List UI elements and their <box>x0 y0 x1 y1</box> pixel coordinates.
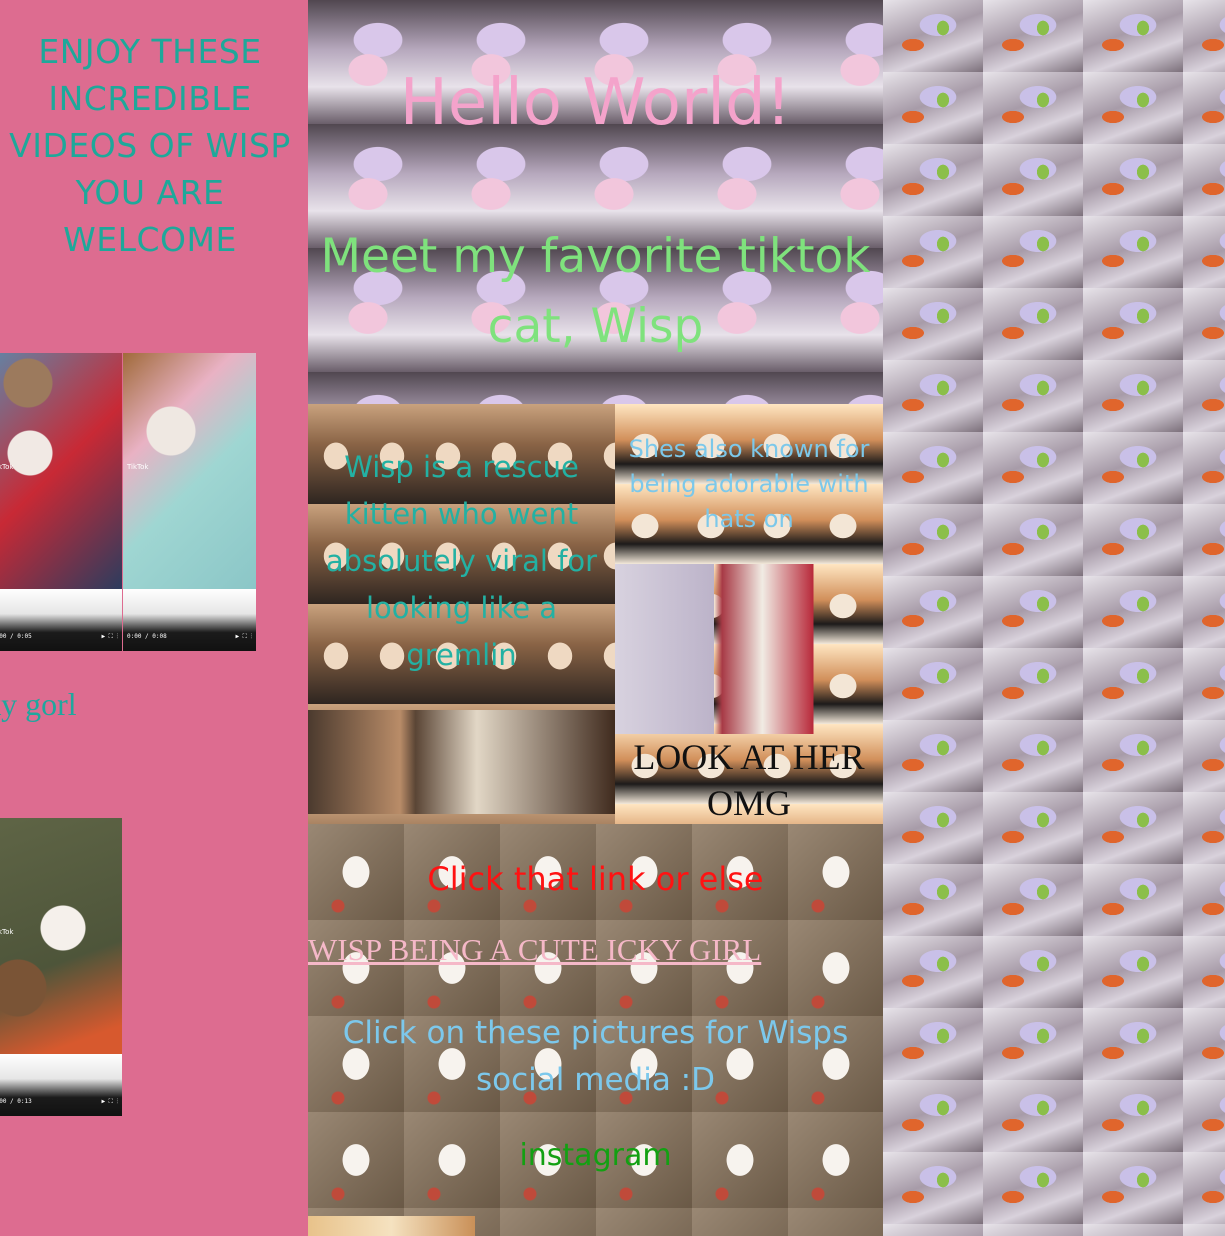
hero-section: Hello World! Meet my favorite tiktok cat… <box>308 0 883 404</box>
tiktok-video-2[interactable]: TikTok 0:00 / 0:08 ▶ ⛶ ⋮ <box>123 353 256 651</box>
social-instructions: Click on these pictures for Wisps social… <box>342 1015 849 1098</box>
hello-heading: Hello World! <box>399 66 792 140</box>
social-photo[interactable] <box>308 1216 475 1236</box>
video-thumbnail <box>0 353 122 589</box>
video-controls[interactable] <box>123 589 256 651</box>
tiktok-watermark: TikTok <box>0 463 14 471</box>
links-section: Click that link or else WISP BEING A CUT… <box>308 824 883 1236</box>
video-control-row: 0:00 / 0:13 ▶ ⛶ ⋮ <box>0 1098 118 1106</box>
video-controls[interactable] <box>0 589 122 651</box>
video-controls[interactable] <box>0 1054 122 1116</box>
tiktok-video-1[interactable]: TikTok 0:00 / 0:05 ▶ ⛶ ⋮ <box>0 353 122 651</box>
video-control-row: 0:00 / 0:05 ▶ ⛶ ⋮ <box>0 633 118 641</box>
kitten-photos <box>308 710 615 814</box>
video-control-row: 0:00 / 0:08 ▶ ⛶ ⋮ <box>127 633 252 641</box>
main-column: Hello World! Meet my favorite tiktok cat… <box>308 0 883 1236</box>
video-time: 0:00 / 0:08 <box>127 633 167 640</box>
meet-heading: Meet my favorite tiktok cat, Wisp <box>320 229 871 354</box>
left-heading: ENJOY THESE INCREDIBLE VIDEOS OF WISP YO… <box>9 32 291 259</box>
hats-text: Shes also known for being adorable with … <box>628 435 870 533</box>
instagram-link[interactable]: instagram <box>308 1138 883 1173</box>
click-warning: Click that link or else <box>427 860 764 898</box>
left-column: ENJOY THESE INCREDIBLE VIDEOS OF WISP YO… <box>0 0 308 1236</box>
hats-section: Shes also known for being adorable with … <box>615 404 883 824</box>
left-partial-caption: icky gorl <box>0 686 77 722</box>
tiktok-watermark: TikTok <box>0 928 14 936</box>
rescue-section: Wisp is a rescue kitten who went absolut… <box>308 404 615 824</box>
video-thumbnail <box>0 818 122 1054</box>
video-icons[interactable]: ▶ ⛶ ⋮ <box>235 633 252 641</box>
tiktok-video-3[interactable]: TikTok 0:00 / 0:13 ▶ ⛶ ⋮ <box>0 818 122 1116</box>
video-time: 0:00 / 0:13 <box>0 1098 32 1105</box>
rescue-text: Wisp is a rescue kitten who went absolut… <box>325 450 598 672</box>
video-thumbnail <box>123 353 256 589</box>
wisp-video-link[interactable]: WISP BEING A CUTE ICKY GIRL <box>308 932 761 968</box>
tiktok-watermark: TikTok <box>127 463 149 471</box>
look-caption: LOOK AT HER OMG <box>633 737 865 823</box>
video-icons[interactable]: ▶ ⛶ ⋮ <box>101 633 118 641</box>
hat-photos <box>615 564 883 734</box>
video-time: 0:00 / 0:05 <box>0 633 32 640</box>
right-tiled-background <box>883 0 1225 1236</box>
video-icons[interactable]: ▶ ⛶ ⋮ <box>101 1098 118 1106</box>
